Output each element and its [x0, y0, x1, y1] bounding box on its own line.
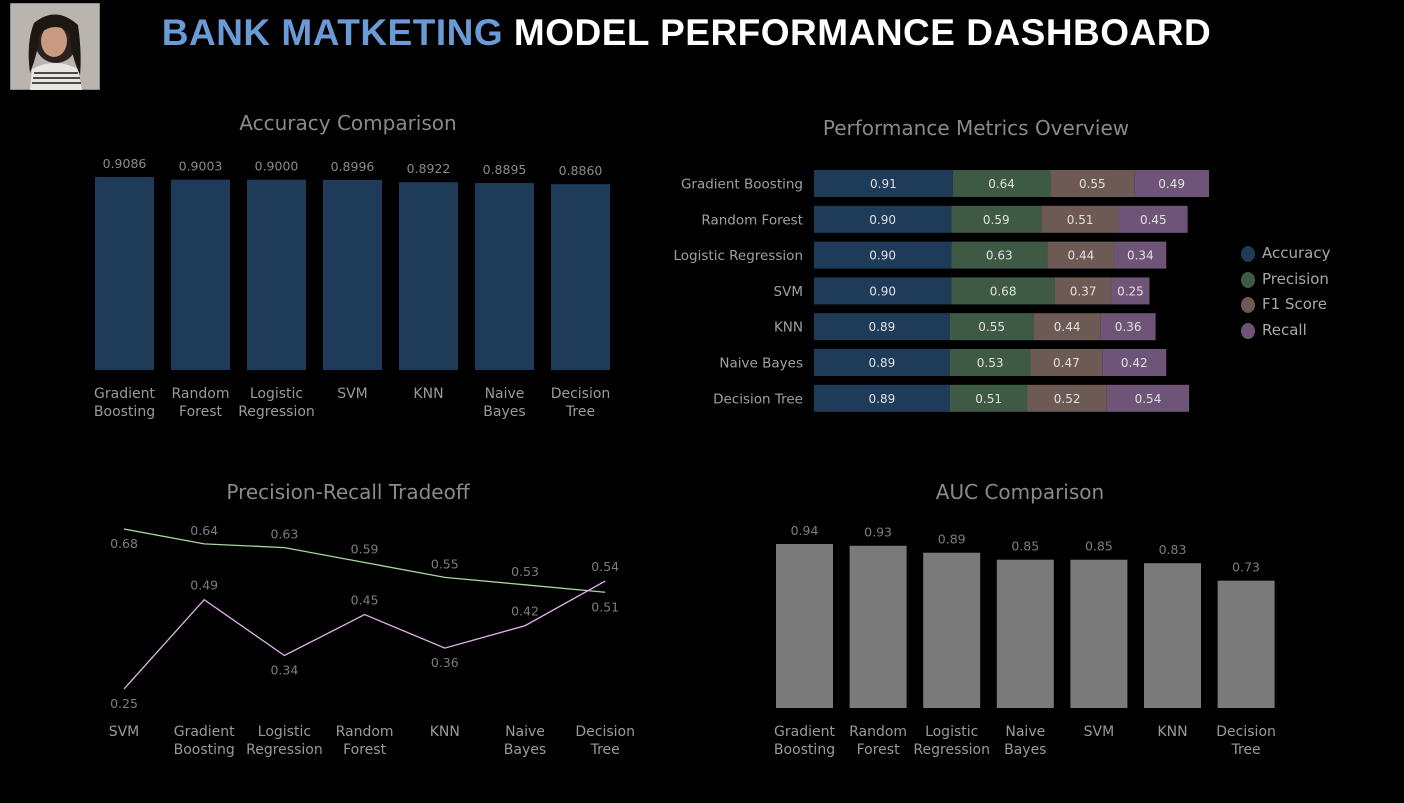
auc-category-label: Naive: [1005, 724, 1045, 740]
auc-category-label: KNN: [1157, 724, 1187, 740]
auc-category-label: Boosting: [774, 742, 835, 758]
auc-category-label: Bayes: [1004, 742, 1046, 758]
auc-value-label: 0.94: [791, 523, 819, 538]
precision-dot-icon: [1241, 271, 1255, 288]
auc-category-label: Regression: [913, 742, 990, 758]
auc-value-label: 0.93: [864, 525, 892, 540]
auc-category-label: Tree: [1231, 742, 1261, 758]
auc-value-label: 0.83: [1159, 542, 1187, 557]
auc-value-label: 0.85: [1011, 539, 1039, 554]
auc-bar: [1144, 563, 1201, 708]
auc-category-label: Random: [849, 724, 907, 740]
recall-dot-icon: [1241, 322, 1255, 339]
auc-bar: [1217, 580, 1275, 708]
auc-bar: [849, 545, 907, 708]
auc-value-label: 0.85: [1085, 539, 1113, 554]
auc-category-label: Decision: [1216, 724, 1276, 740]
f1-score-dot-icon: [1241, 297, 1255, 313]
auc-bar: [1070, 559, 1128, 708]
legend-label: Precision: [1262, 269, 1329, 288]
auc-category-label: Gradient: [774, 724, 835, 740]
auc-category-label: SVM: [1084, 724, 1115, 740]
auc-bar-chart: 0.94 Gradient Boosting 0.93 Random Forest 0.89…: [774, 523, 1276, 758]
accuracy-dot-icon: [1241, 246, 1255, 262]
legend-label: F1 Score: [1262, 295, 1327, 313]
auc-value-label: 0.73: [1232, 560, 1260, 575]
auc-bar: [923, 552, 981, 708]
auc-bar: [996, 559, 1054, 708]
auc-category-label: Forest: [857, 742, 900, 758]
auc-category-label: Logistic: [925, 724, 978, 740]
auc-value-label: 0.89: [938, 532, 966, 547]
legend-label: Accuracy: [1262, 244, 1331, 262]
legend-label: Recall: [1262, 320, 1307, 339]
auc-bar: [776, 544, 833, 708]
